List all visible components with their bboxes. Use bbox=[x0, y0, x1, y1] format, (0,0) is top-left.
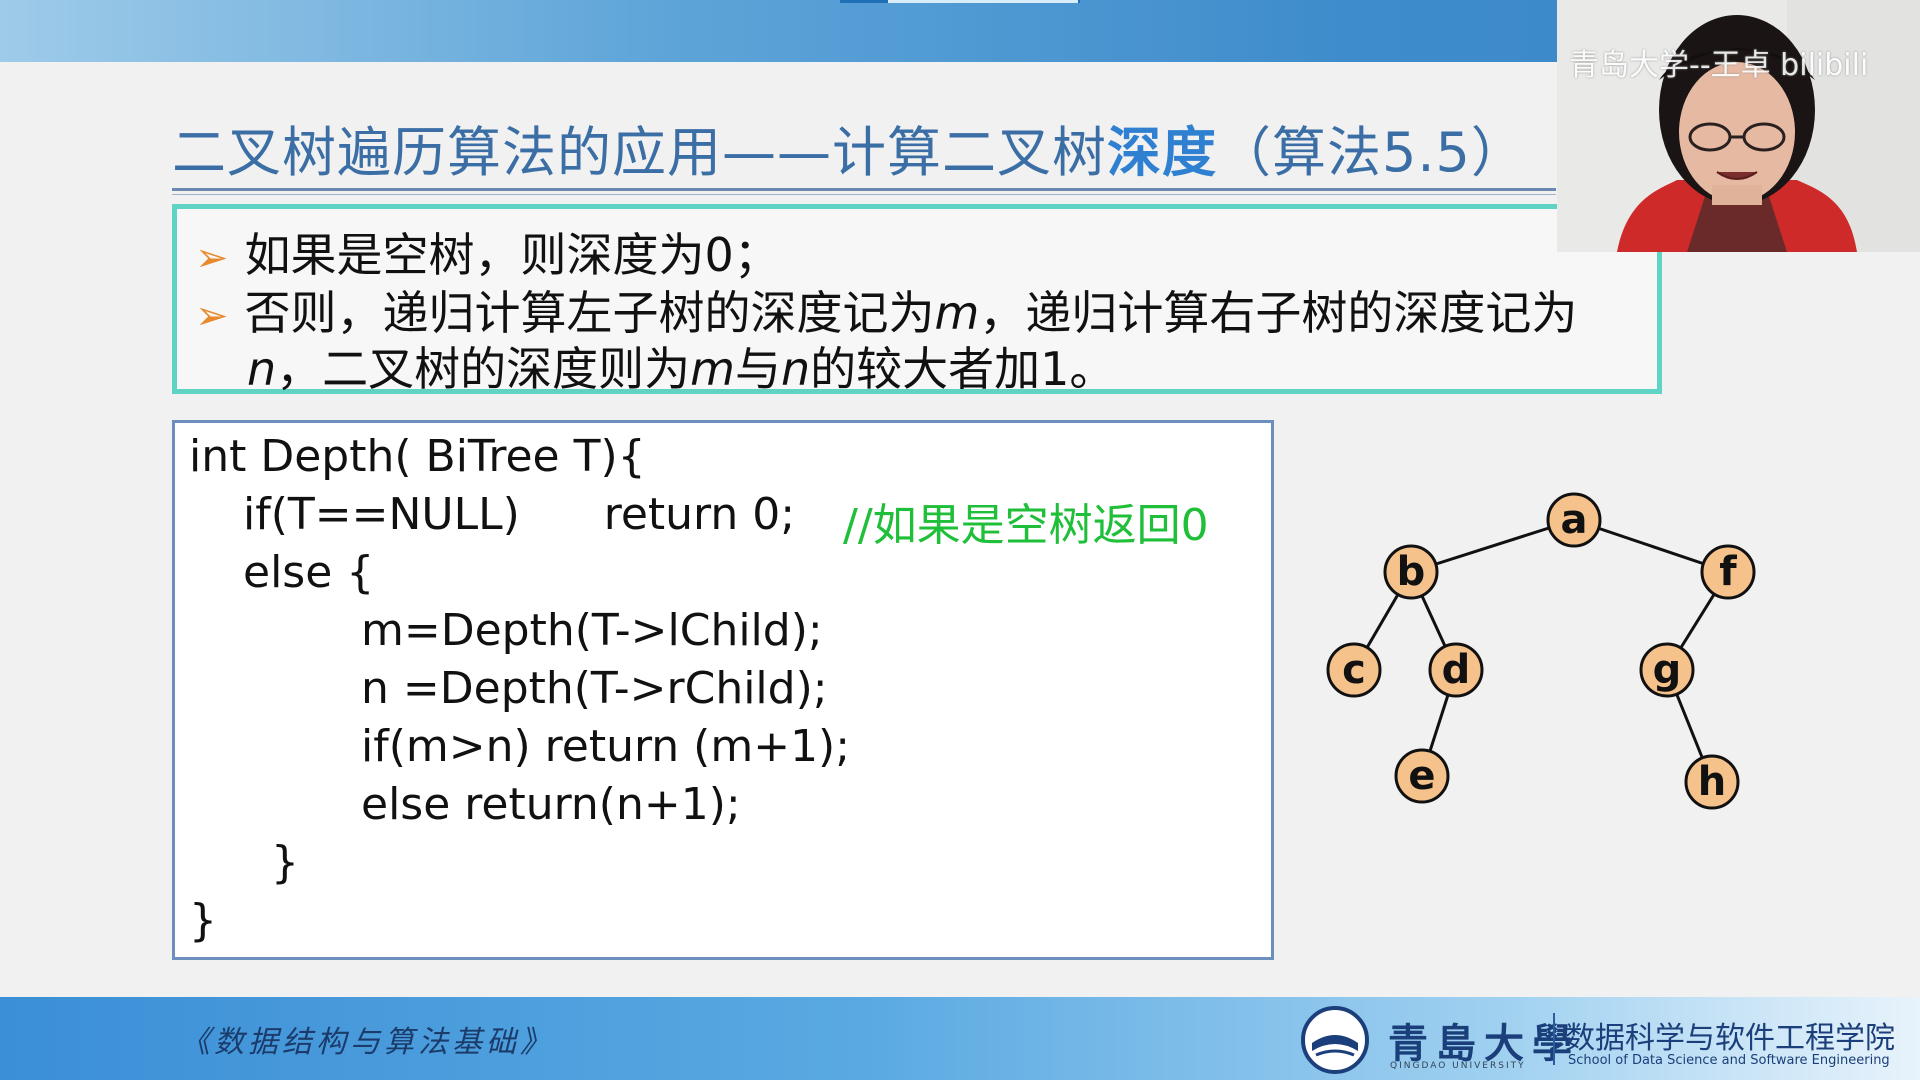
var-n: n bbox=[780, 342, 811, 396]
bullet-arrow-icon: ➢ bbox=[195, 293, 229, 339]
code-line: else return(n+1); bbox=[361, 779, 741, 830]
bullet-recursive-cont: n，二叉树的深度则为m与n的较大者加1。 bbox=[247, 333, 1115, 399]
tree-label-g: g bbox=[1653, 647, 1682, 693]
tree-label-f: f bbox=[1719, 549, 1737, 595]
presenter-video bbox=[1557, 0, 1920, 252]
university-name-en: QINGDAO UNIVERSITY bbox=[1390, 1061, 1526, 1071]
footer-divider bbox=[1553, 1013, 1555, 1065]
title-underline bbox=[172, 188, 1556, 191]
bullet-text: ，二叉树的深度则为 bbox=[276, 342, 691, 396]
webcam-overlay: 青岛大学--王卓 bilibili bbox=[1557, 0, 1920, 252]
tree-label-e: e bbox=[1408, 753, 1435, 799]
school-name-en: School of Data Science and Software Engi… bbox=[1568, 1053, 1890, 1068]
definition-box: ➢ 如果是空树，则深度为0； ➢ 否则，递归计算左子树的深度记为m，递归计算右子树的… bbox=[172, 204, 1662, 396]
title-suffix: （算法5.5） bbox=[1217, 121, 1526, 184]
code-line: if(m>n) return (m+1); bbox=[361, 721, 851, 772]
tree-label-h: h bbox=[1698, 759, 1726, 805]
code-block: int Depth( BiTree T){ if(T==NULL) return… bbox=[172, 420, 1274, 960]
binary-tree-diagram: a b f c d g e h bbox=[1326, 492, 1756, 810]
title-underline-thin bbox=[172, 194, 1556, 195]
bullet-empty-tree: ➢ 如果是空树，则深度为0； bbox=[195, 219, 780, 285]
var-m: m bbox=[934, 286, 980, 340]
title-prefix: 二叉树遍历算法的应用——计算二叉树 bbox=[172, 121, 1107, 184]
bullet-text: 的较大者加1。 bbox=[810, 342, 1116, 396]
bullet-text: 如果是空树，则深度为0； bbox=[244, 228, 780, 282]
footer-banner: 《数据结构与算法基础》 青島大學 QINGDAO UNIVERSITY 数据科学… bbox=[0, 997, 1920, 1080]
school-name: 数据科学与软件工程学院 bbox=[1565, 1021, 1895, 1056]
code-line: m=Depth(T->lChild); bbox=[361, 605, 823, 656]
top-accent-highlight bbox=[888, 0, 1078, 3]
slide-title: 二叉树遍历算法的应用——计算二叉树深度（算法5.5） bbox=[172, 108, 1526, 187]
bullet-text: 与 bbox=[734, 342, 781, 396]
tree-label-b: b bbox=[1397, 549, 1426, 595]
code-line: } bbox=[271, 837, 299, 888]
bullet-arrow-icon: ➢ bbox=[195, 235, 229, 281]
course-title: 《数据结构与算法基础》 bbox=[180, 1025, 554, 1060]
code-line: else { bbox=[243, 547, 375, 598]
var-n: n bbox=[247, 342, 277, 396]
var-m: m bbox=[690, 342, 735, 396]
bullet-text: ，递归计算右子树的深度记为 bbox=[979, 286, 1578, 340]
tree-label-c: c bbox=[1342, 647, 1366, 693]
code-line: if(T==NULL) return 0; bbox=[243, 489, 796, 540]
code-comment: //如果是空树返回0 bbox=[843, 500, 1209, 551]
title-emphasis: 深度 bbox=[1107, 121, 1217, 184]
code-line: int Depth( BiTree T){ bbox=[189, 431, 646, 482]
tree-label-d: d bbox=[1442, 647, 1471, 693]
tree-label-a: a bbox=[1561, 497, 1588, 543]
university-logo-icon bbox=[1301, 1006, 1369, 1074]
code-line: n =Depth(T->rChild); bbox=[361, 663, 828, 714]
bullet-text: 否则，递归计算左子树的深度记为 bbox=[244, 286, 935, 340]
video-watermark: 青岛大学--王卓 bilibili bbox=[1569, 48, 1869, 83]
code-line: } bbox=[189, 895, 217, 946]
